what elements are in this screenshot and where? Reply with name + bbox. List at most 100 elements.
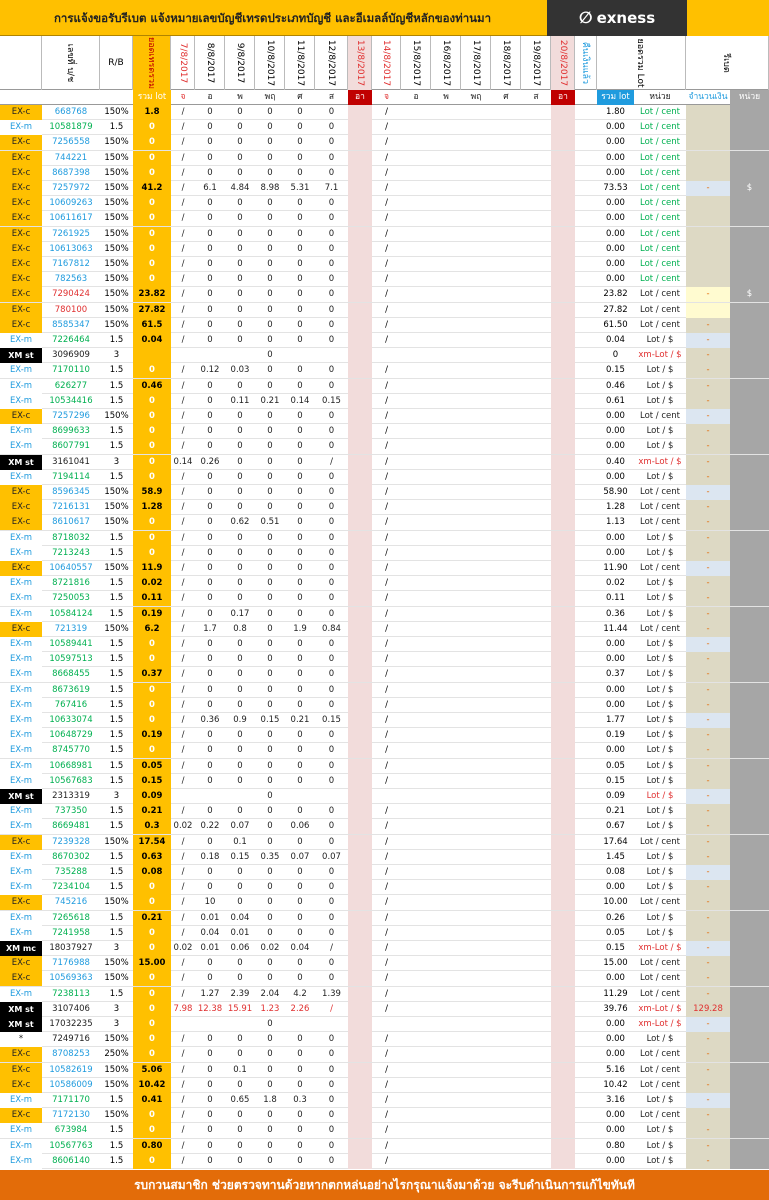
table-row[interactable]: EX-m 7250053 1.5 0.11/0 0 0 0 0/0.11 Lot / $ - [0,591,769,607]
table-row[interactable]: EX-m 10581879 1.5 0/0 0 0 0 0/0.00 Lot / cent [0,120,769,136]
table-row[interactable]: EX-c 745216 150% 0/10 0 0 0 0/10.00 Lot / cent - [0,895,769,911]
table-row[interactable]: EX-m 7234104 1.5 0/0 0 0 0 0/0.00 Lot / $ - [0,880,769,896]
account-number[interactable]: 7265618 [42,911,100,926]
account-number[interactable]: 8721816 [42,576,100,591]
table-row[interactable]: EX-m 767416 1.5 0/0 0 0 0 0/0.00 Lot / $ - [0,697,769,713]
table-row[interactable]: EX-m 7226464 1.5 0.04/0 0 0 0 0/0.04 Lot / $ - [0,333,769,349]
table-row[interactable]: EX-m 10668981 1.5 0.05/0 0 0 0 0/0.05 Lot / $ - [0,758,769,774]
account-number[interactable]: 10534416 [42,394,100,409]
table-row[interactable]: EX-c 8596345 150% 58.9/0 0 0 0 0/58.90 Lot / cen… [0,485,769,501]
table-row[interactable]: EX-c 10611617 150% 0/0 0 0 0 0/0.00 Lot / cent [0,211,769,227]
account-number[interactable]: 626277 [42,379,100,394]
account-number[interactable]: 8708253 [42,1047,100,1062]
account-number[interactable]: 10648729 [42,728,100,743]
table-row[interactable]: EX-m 10648729 1.5 0.19/0 0 0 0 0/0.19 Lot / $ - [0,728,769,744]
table-row[interactable]: EX-m 8670302 1.5 0.63/0.18 0.15 0.35 0.07 0.07/… [0,849,769,865]
table-row[interactable]: EX-c 7256558 150% 0/0 0 0 0 0/0.00 Lot / cent [0,135,769,151]
table-row[interactable]: EX-m 8668455 1.5 0.37/0 0 0 0 0/0.37 Lot / $ - [0,667,769,683]
table-row[interactable]: * 7249716 150% 0/0 0 0 0 0/0.00 Lot / $ - [0,1032,769,1048]
account-number[interactable]: 780100 [42,303,100,318]
table-row[interactable]: EX-m 8745770 1.5 0/0 0 0 0 0/0.00 Lot / $ - [0,743,769,759]
table-row[interactable]: EX-c 10609263 150% 0/0 0 0 0 0/0.00 Lot / cent [0,196,769,212]
table-row[interactable]: EX-c 668768 150% 1.8/0 0 0 0 0/1.80 Lot / cent [0,105,769,121]
account-number[interactable]: 10584124 [42,607,100,622]
table-row[interactable]: EX-c 10613063 150% 0/0 0 0 0 0/0.00 Lot / cent [0,241,769,257]
account-number[interactable]: 3096909 [42,348,100,363]
table-row[interactable]: EX-c 8585347 150% 61.5/0 0 0 0 0/61.50 Lot / cen… [0,317,769,333]
account-number[interactable]: 10581879 [42,120,100,135]
account-number[interactable]: 668768 [42,105,100,120]
table-row[interactable]: XM st 3096909 3 0 0 xm-Lot / $ - [0,348,769,364]
account-number[interactable]: 7194114 [42,470,100,485]
account-number[interactable]: 744221 [42,151,100,166]
account-number[interactable]: 10613063 [42,242,100,257]
table-row[interactable]: EX-m 10633074 1.5 0/0.36 0.9 0.15 0.21 0.15/1.7… [0,713,769,729]
account-number[interactable]: 8718032 [42,531,100,546]
table-row[interactable]: EX-c 721319 150% 6.2/1.7 0.8 0 1.9 0.84/11.44 Lo… [0,621,769,637]
table-row[interactable]: EX-m 673984 1.5 0/0 0 0 0 0/0.00 Lot / $ - [0,1123,769,1139]
table-row[interactable]: EX-m 10567683 1.5 0.15/0 0 0 0 0/0.15 Lot / $ - [0,773,769,789]
account-number[interactable]: 737350 [42,804,100,819]
account-number[interactable]: 10567763 [42,1139,100,1154]
table-row[interactable]: EX-m 7238113 1.5 0/1.27 2.39 2.04 4.2 1.39/11.2… [0,986,769,1002]
account-number[interactable]: 8669481 [42,819,100,834]
account-number[interactable]: 7171170 [42,1093,100,1108]
table-row[interactable]: EX-c 8687398 150% 0/0 0 0 0 0/0.00 Lot / cent [0,165,769,181]
table-row[interactable]: EX-c 7167812 150% 0/0 0 0 0 0/0.00 Lot / cent [0,257,769,273]
account-number[interactable]: 7290424 [42,287,100,302]
table-row[interactable]: EX-m 7241958 1.5 0/0.04 0.01 0 0 0/0.05 Lot / $ - [0,925,769,941]
table-row[interactable]: EX-c 10586009 150% 10.42/0 0 0 0 0/10.42 Lot / c… [0,1077,769,1093]
account-number[interactable]: 3107406 [42,1002,100,1017]
table-row[interactable]: EX-m 8673619 1.5 0/0 0 0 0 0/0.00 Lot / $ - [0,682,769,698]
account-number[interactable]: 7216131 [42,500,100,515]
table-row[interactable]: EX-c 780100 150% 27.82/0 0 0 0 0/27.82 Lot / cen… [0,302,769,318]
account-number[interactable]: 7226464 [42,333,100,348]
account-number[interactable]: 8607791 [42,439,100,454]
account-number[interactable]: 10668981 [42,759,100,774]
account-number[interactable]: 10569363 [42,971,100,986]
account-number[interactable]: 10609263 [42,196,100,211]
account-number[interactable]: 767416 [42,698,100,713]
account-number[interactable]: 8745770 [42,743,100,758]
table-row[interactable]: EX-c 7257296 150% 0/0 0 0 0 0/0.00 Lot / cent - [0,409,769,425]
account-number[interactable]: 8596345 [42,485,100,500]
table-row[interactable]: EX-m 737350 1.5 0.21/0 0 0 0 0/0.21 Lot / $ - [0,804,769,820]
table-row[interactable]: EX-c 7239328 150% 17.54/0 0.1 0 0 0/17.64 Lot / … [0,834,769,850]
account-number[interactable]: 8610617 [42,515,100,530]
account-number[interactable]: 8670302 [42,850,100,865]
table-row[interactable]: EX-m 10567763 1.5 0.80/0 0 0 0 0/0.80 Lot / $ - [0,1138,769,1154]
account-number[interactable]: 18037927 [42,941,100,956]
account-number[interactable]: 721319 [42,622,100,637]
table-row[interactable]: EX-m 7265618 1.5 0.21/0.01 0.04 0 0 0/0.26 Lot /… [0,910,769,926]
table-row[interactable]: XM st 2313319 3 0.09 0 0.09 Lot / $ - [0,789,769,805]
account-number[interactable]: 7257972 [42,181,100,196]
table-row[interactable]: EX-c 782563 150% 0/0 0 0 0 0/0.00 Lot / cent [0,272,769,288]
table-row[interactable]: XM st 3161041 3 0 0.14 0.26 0 0 0//0.40 xm-Lot / … [0,454,769,470]
account-number[interactable]: 7249716 [42,1032,100,1047]
account-number[interactable]: 7234104 [42,880,100,895]
account-number[interactable]: 7250053 [42,591,100,606]
account-number[interactable]: 10597513 [42,652,100,667]
account-number[interactable]: 673984 [42,1123,100,1138]
table-row[interactable]: EX-m 735288 1.5 0.08/0 0 0 0 0/0.08 Lot / $ - [0,865,769,881]
table-row[interactable]: EX-m 10597513 1.5 0/0 0 0 0 0/0.00 Lot / $ - [0,652,769,668]
account-number[interactable]: 8606140 [42,1154,100,1169]
account-number[interactable]: 8699633 [42,424,100,439]
account-number[interactable]: 8673619 [42,683,100,698]
table-row[interactable]: EX-m 7171170 1.5 0.41/0 0.65 1.8 0.3 0/3.16 Lot … [0,1093,769,1109]
account-number[interactable]: 7261925 [42,227,100,242]
account-number[interactable]: 3161041 [42,455,100,470]
table-row[interactable]: EX-m 7213243 1.5 0/0 0 0 0 0/0.00 Lot / $ - [0,545,769,561]
table-row[interactable]: EX-c 8610617 150% 0/0 0.62 0.51 0 0/1.13 Lot / c… [0,515,769,531]
table-row[interactable]: EX-c 7176988 150% 15.00/0 0 0 0 0/15.00 Lot / ce… [0,956,769,972]
account-number[interactable]: 7170110 [42,363,100,378]
account-number[interactable]: 10567683 [42,774,100,789]
table-row[interactable]: EX-c 7261925 150% 0/0 0 0 0 0/0.00 Lot / cent [0,226,769,242]
table-row[interactable]: EX-c 10582619 150% 5.06/0 0.1 0 0 0/5.16 Lot / c… [0,1062,769,1078]
table-row[interactable]: XM mc 18037927 3 0 0.02 0.01 0.06 0.02 0.04//0.1… [0,941,769,957]
account-number[interactable]: 10611617 [42,211,100,226]
account-number[interactable]: 7239328 [42,835,100,850]
account-number[interactable]: 2313319 [42,789,100,804]
table-row[interactable]: EX-c 7216131 150% 1.28/0 0 0 0 0/1.28 Lot / cent… [0,500,769,516]
table-row[interactable]: EX-m 8721816 1.5 0.02/0 0 0 0 0/0.02 Lot / $ - [0,576,769,592]
